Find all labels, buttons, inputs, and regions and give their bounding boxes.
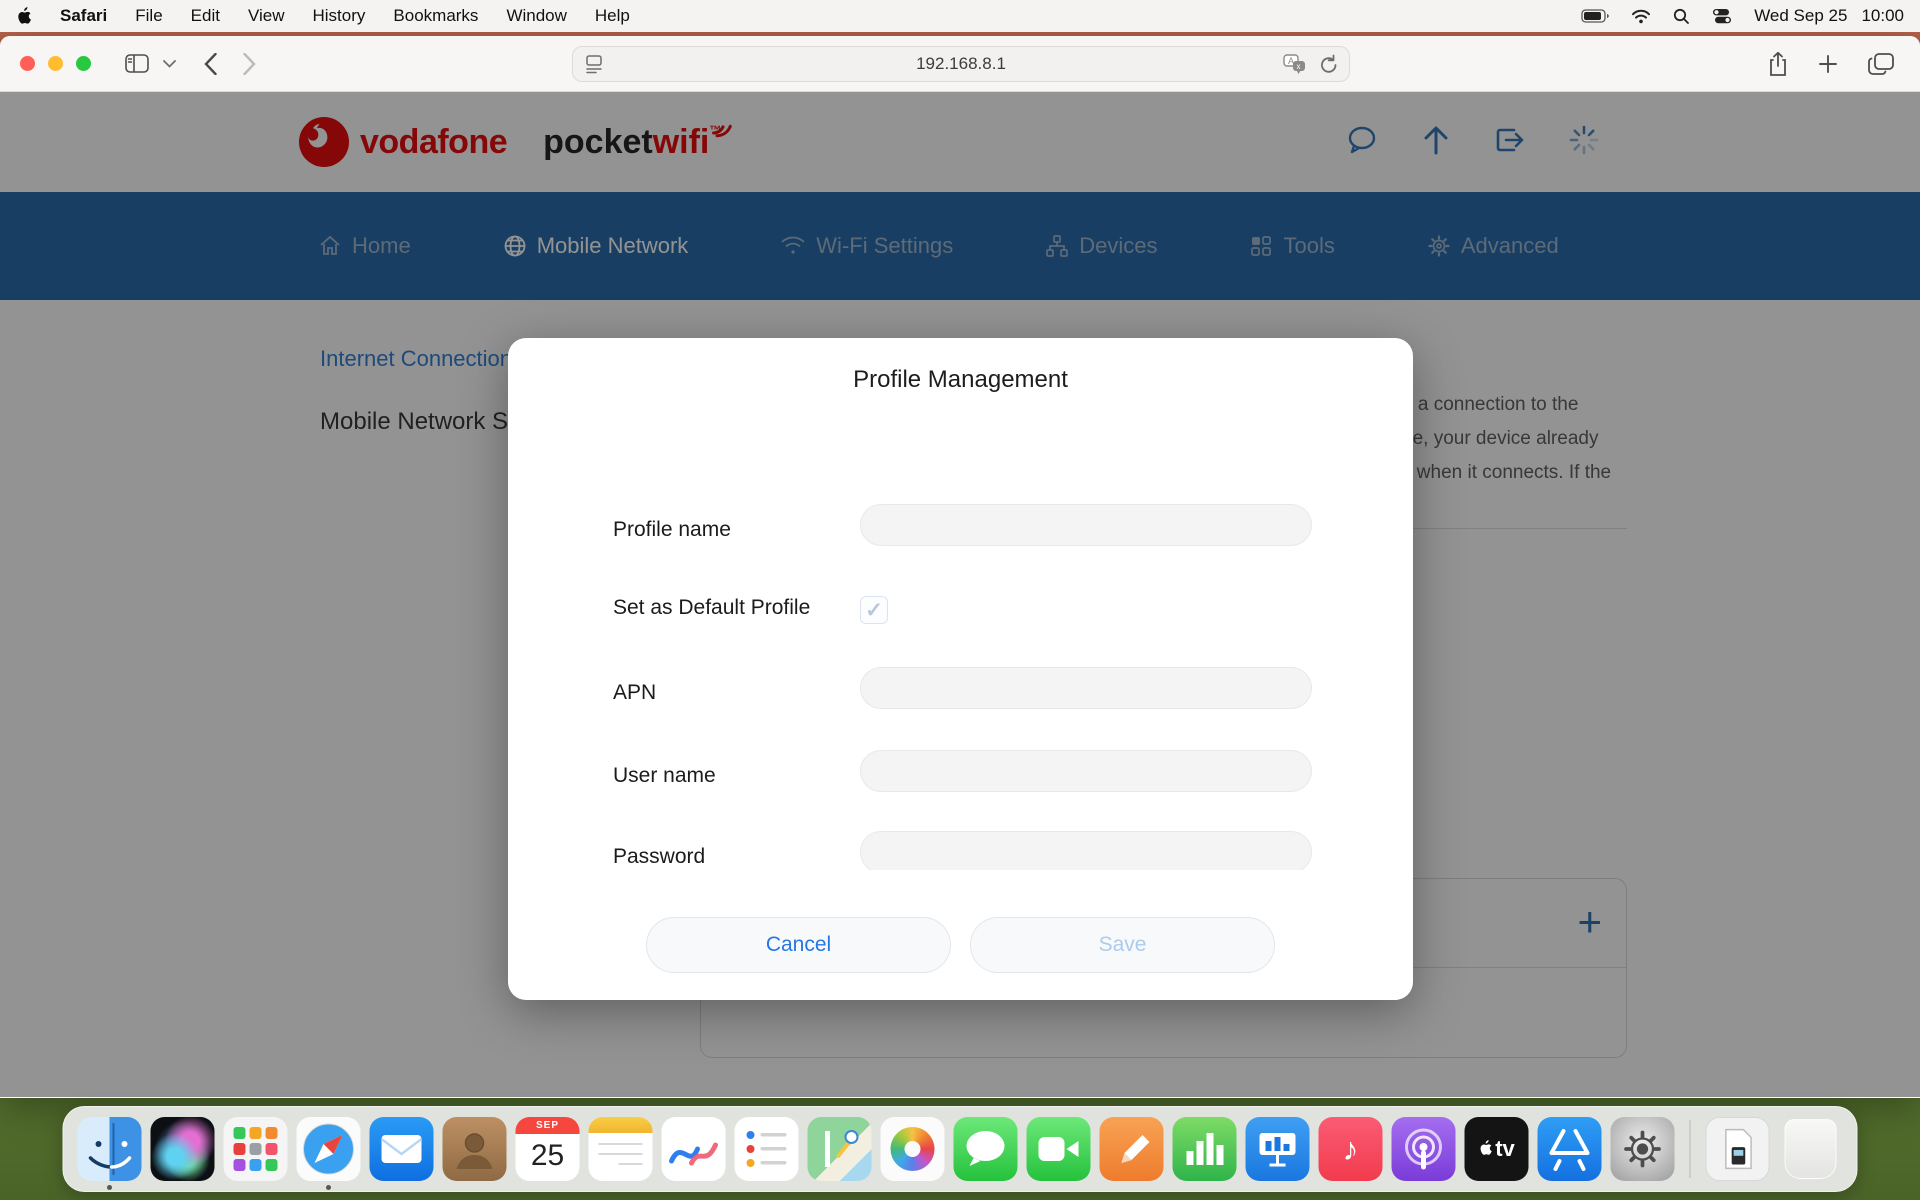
menu-file[interactable]: File	[135, 6, 162, 26]
menu-edit[interactable]: Edit	[191, 6, 220, 26]
dock-numbers-icon[interactable]	[1173, 1117, 1237, 1181]
dock-maps-icon[interactable]	[808, 1117, 872, 1181]
forward-button[interactable]	[243, 53, 256, 75]
password-input[interactable]	[860, 831, 1312, 870]
close-window-button[interactable]	[20, 56, 35, 71]
menu-window[interactable]: Window	[506, 6, 566, 26]
dock-reminders-icon[interactable]	[735, 1117, 799, 1181]
menu-time: 10:00	[1861, 6, 1904, 26]
menu-clock[interactable]: Wed Sep 25 10:00	[1754, 6, 1904, 26]
profile-form: Profile name Set as Default Profile ✓ AP…	[508, 398, 1413, 870]
wifi-status-icon[interactable]	[1631, 9, 1651, 24]
dock-pages-icon[interactable]	[1100, 1117, 1164, 1181]
chevron-down-icon[interactable]	[163, 60, 176, 68]
back-button[interactable]	[204, 53, 217, 75]
running-indicator	[107, 1185, 112, 1190]
dock-appstore-icon[interactable]	[1538, 1117, 1602, 1181]
menu-help[interactable]: Help	[595, 6, 630, 26]
profile-name-label: Profile name	[613, 518, 731, 542]
default-profile-label: Set as Default Profile	[613, 596, 810, 620]
spotlight-icon[interactable]	[1673, 8, 1690, 25]
battery-icon[interactable]	[1581, 9, 1609, 23]
safari-window: 192.168.8.1 Ax	[0, 36, 1920, 1098]
password-label: Password	[613, 845, 705, 869]
menu-date: Wed Sep 25	[1754, 6, 1847, 26]
profile-management-dialog: Profile Management Profile name Set as D…	[508, 338, 1413, 1000]
new-tab-button[interactable]	[1818, 54, 1838, 74]
dock-siri-icon[interactable]	[151, 1117, 215, 1181]
dock-settings-icon[interactable]	[1611, 1117, 1675, 1181]
dock-photos-icon[interactable]	[881, 1117, 945, 1181]
address-bar[interactable]: 192.168.8.1 Ax	[572, 46, 1350, 82]
browser-toolbar: 192.168.8.1 Ax	[0, 36, 1920, 92]
username-input[interactable]	[860, 750, 1312, 792]
page-format-icon[interactable]	[585, 54, 603, 81]
control-center-icon[interactable]	[1712, 8, 1732, 24]
dock-messages-icon[interactable]	[954, 1117, 1018, 1181]
dock-launchpad-icon[interactable]	[224, 1117, 288, 1181]
dock-safari-icon[interactable]	[297, 1117, 361, 1181]
dock-finder-icon[interactable]	[78, 1117, 142, 1181]
svg-text:x: x	[1297, 62, 1301, 71]
username-label: User name	[613, 764, 716, 788]
dock-tv-icon[interactable]: tv	[1465, 1117, 1529, 1181]
dock-music-icon[interactable]: ♪	[1319, 1117, 1383, 1181]
menu-bookmarks[interactable]: Bookmarks	[393, 6, 478, 26]
profile-name-input[interactable]	[860, 504, 1312, 546]
save-button[interactable]: Save	[970, 917, 1275, 973]
default-profile-checkbox[interactable]: ✓	[860, 596, 888, 624]
apn-input[interactable]	[860, 667, 1312, 709]
share-icon[interactable]	[1768, 51, 1788, 77]
router-admin-page: vodafone pocketwifi™	[0, 92, 1920, 1097]
dock-diskimage-icon[interactable]	[1706, 1117, 1770, 1181]
macos-dock: SEP25 ♪ tv	[63, 1106, 1858, 1192]
reload-icon[interactable]	[1319, 54, 1339, 81]
menu-view[interactable]: View	[248, 6, 285, 26]
running-indicator	[326, 1185, 331, 1190]
macos-menu-bar: Safari File Edit View History Bookmarks …	[0, 0, 1920, 32]
dock-facetime-icon[interactable]	[1027, 1117, 1091, 1181]
calendar-month: SEP	[516, 1117, 580, 1134]
apn-label: APN	[613, 681, 656, 705]
dock-calendar-icon[interactable]: SEP25	[516, 1117, 580, 1181]
translate-icon[interactable]: Ax	[1283, 54, 1309, 81]
dock-divider	[1690, 1120, 1691, 1178]
zoom-window-button[interactable]	[76, 56, 91, 71]
dock-keynote-icon[interactable]	[1246, 1117, 1310, 1181]
apple-menu-icon[interactable]	[16, 7, 32, 26]
calendar-day: 25	[516, 1134, 580, 1178]
menu-safari[interactable]: Safari	[60, 6, 107, 26]
sidebar-toggle-button[interactable]	[125, 54, 149, 73]
url-text: 192.168.8.1	[916, 54, 1006, 74]
menu-history[interactable]: History	[313, 6, 366, 26]
dock-podcasts-icon[interactable]	[1392, 1117, 1456, 1181]
window-controls	[20, 56, 91, 71]
dock-mail-icon[interactable]	[370, 1117, 434, 1181]
dock-trash-icon[interactable]	[1779, 1117, 1843, 1181]
tab-overview-button[interactable]	[1868, 53, 1894, 75]
cancel-button[interactable]: Cancel	[646, 917, 951, 973]
dialog-title: Profile Management	[508, 366, 1413, 394]
dock-notes-icon[interactable]	[589, 1117, 653, 1181]
dock-freeform-icon[interactable]	[662, 1117, 726, 1181]
minimize-window-button[interactable]	[48, 56, 63, 71]
dock-contacts-icon[interactable]	[443, 1117, 507, 1181]
